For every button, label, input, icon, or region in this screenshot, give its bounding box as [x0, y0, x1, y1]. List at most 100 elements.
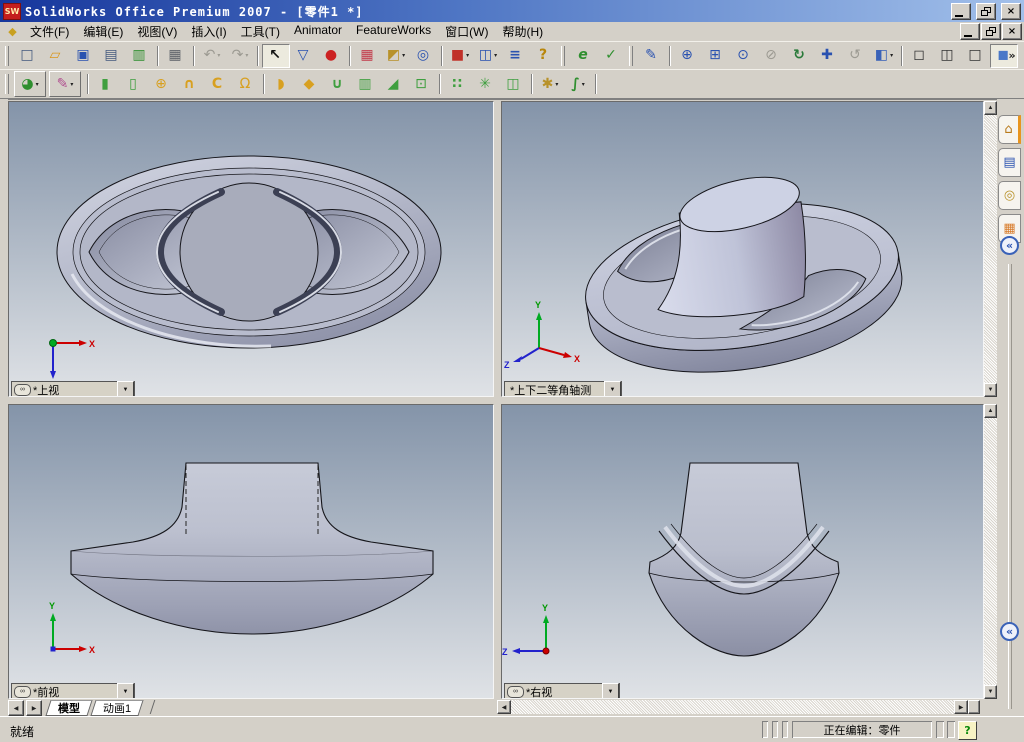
menu-help[interactable]: 帮助(H): [495, 22, 550, 41]
scroll-down-button[interactable]: ▼: [984, 383, 997, 397]
zoom-fit-button[interactable]: ⊕: [674, 44, 702, 68]
scrollbar-vertical-bottom[interactable]: ▲ ▼: [984, 404, 997, 699]
rib-button[interactable]: ▥: [352, 72, 380, 96]
linear-pattern-button[interactable]: ∷: [444, 72, 472, 96]
menu-tools[interactable]: 工具(T): [234, 22, 287, 41]
viewport-right[interactable]: Y Z ∞ *右视 ▼: [501, 404, 984, 699]
taskpane-file-explorer-tab[interactable]: ◎: [998, 181, 1021, 210]
curves-button[interactable]: ∫ ▾: [564, 72, 592, 96]
select-button[interactable]: ↖: [262, 43, 290, 68]
menu-insert[interactable]: 插入(I): [184, 22, 233, 41]
minimize-button[interactable]: [951, 2, 971, 20]
save-button[interactable]: ▣: [70, 44, 98, 68]
viewport-isometric[interactable]: Y X Z *上下二等角轴测 ▼: [501, 101, 984, 397]
view-selector-top[interactable]: ∞ *上视 ▼: [11, 381, 135, 396]
document-icon[interactable]: ◆: [5, 25, 20, 39]
pan-button[interactable]: ✚: [814, 44, 842, 68]
menu-featureworks[interactable]: FeatureWorks: [349, 22, 438, 41]
feature-pane-collapse-button[interactable]: «: [1000, 622, 1019, 641]
taskpane-home-tab[interactable]: ⌂: [998, 115, 1021, 144]
make-drawing-button[interactable]: ▤: [98, 44, 126, 68]
tab-scroll-right-button[interactable]: ▶: [26, 700, 42, 716]
view-selector-front[interactable]: ∞ *前视 ▼: [11, 683, 135, 698]
revolved-boss-button[interactable]: ⊕: [148, 72, 176, 96]
hidden-lines-removed-button[interactable]: □: [962, 44, 990, 68]
active-feature-button[interactable]: ◕ ▾: [14, 71, 46, 97]
sketch-button[interactable]: ✎ ▾: [49, 71, 81, 97]
rotate-view-button[interactable]: ↻: [786, 44, 814, 68]
help-button[interactable]: ?: [530, 44, 558, 68]
scroll-up-button[interactable]: ▲: [984, 404, 997, 418]
view-selector-dropdown[interactable]: ▼: [117, 381, 134, 396]
hidden-lines-visible-button[interactable]: ◫: [934, 44, 962, 68]
scrollbar-thumb[interactable]: [968, 700, 980, 714]
options-list-button[interactable]: ≡: [502, 44, 530, 68]
measure-button[interactable]: ◩ ▾: [382, 44, 410, 68]
viewport-top[interactable]: X Z ∞ *上视 ▼: [8, 101, 494, 397]
menu-file[interactable]: 文件(F): [23, 22, 76, 41]
zoom-in-out-button[interactable]: ⊙: [730, 44, 758, 68]
viewport-front-canvas[interactable]: Y X: [9, 405, 494, 699]
view-selector-dropdown[interactable]: ▼: [604, 381, 621, 396]
scroll-down-button[interactable]: ▼: [984, 685, 997, 699]
scroll-left-button[interactable]: ◀: [497, 700, 511, 714]
redraw-button[interactable]: ✎: [638, 44, 666, 68]
rotate-about-button[interactable]: ↺: [842, 44, 870, 68]
print-button[interactable]: ▦: [162, 44, 190, 68]
edit-color-button[interactable]: ▦: [354, 44, 382, 68]
child-close-button[interactable]: ×: [1002, 23, 1022, 40]
viewport-isometric-canvas[interactable]: Y X Z: [502, 102, 984, 397]
taskpane-design-library-tab[interactable]: ▤: [998, 148, 1021, 177]
new-button[interactable]: □: [14, 44, 42, 68]
view-selector-isometric[interactable]: *上下二等角轴测 ▼: [504, 381, 622, 396]
solidworks-content-button[interactable]: ■ ▾: [446, 44, 474, 68]
fillet-button[interactable]: ◗: [268, 72, 296, 96]
sheet-tab-model[interactable]: 模型: [45, 700, 93, 716]
scroll-up-button[interactable]: ▲: [984, 101, 997, 115]
view-selector-right[interactable]: ∞ *右视 ▼: [504, 683, 620, 698]
shell-button[interactable]: ∪: [324, 72, 352, 96]
hole-wizard-button[interactable]: ⊡: [408, 72, 436, 96]
sheet-tab-animation1[interactable]: 动画1: [90, 700, 144, 716]
scrollbar-vertical-top[interactable]: ▲ ▼: [984, 101, 997, 397]
toolbar-overflow-button[interactable]: »: [1004, 46, 1020, 64]
tab-scroll-left-button[interactable]: ◀: [8, 700, 24, 716]
draft-button[interactable]: ◢: [380, 72, 408, 96]
view-selector-dropdown[interactable]: ▼: [117, 683, 134, 698]
extruded-boss-button[interactable]: ▮: [92, 72, 120, 96]
close-button[interactable]: ×: [1001, 2, 1021, 20]
undo-button[interactable]: ↶ ▾: [198, 44, 226, 68]
restore-button[interactable]: [976, 2, 996, 20]
scrollbar-horizontal[interactable]: ◀ ▶: [497, 700, 980, 714]
child-restore-button[interactable]: [981, 23, 1001, 40]
viewport-layout-button[interactable]: ◫ ▾: [474, 44, 502, 68]
task-pane-collapse-button[interactable]: «: [1000, 236, 1019, 255]
menu-window[interactable]: 窗口(W): [438, 22, 495, 41]
open-button[interactable]: ▱: [42, 44, 70, 68]
menu-view[interactable]: 视图(V): [130, 22, 184, 41]
status-help-button[interactable]: ?: [958, 721, 977, 740]
selection-filter-button[interactable]: ▽: [290, 44, 318, 68]
revolved-cut-button[interactable]: ∩: [176, 72, 204, 96]
reference-geometry-button[interactable]: ✱ ▾: [536, 72, 564, 96]
lofted-boss-button[interactable]: Ω: [232, 72, 260, 96]
menu-animator[interactable]: Animator: [287, 22, 349, 41]
mirror-button[interactable]: ◫: [500, 72, 528, 96]
view-selector-dropdown[interactable]: ▼: [602, 683, 619, 698]
check-button[interactable]: ◎: [410, 44, 438, 68]
extruded-cut-button[interactable]: ▯: [120, 72, 148, 96]
viewport-front[interactable]: Y X ∞ *前视 ▼: [8, 404, 494, 699]
featureworks-check-button[interactable]: ✓: [598, 44, 626, 68]
viewport-right-canvas[interactable]: Y Z: [502, 405, 984, 699]
swept-boss-button[interactable]: C: [204, 72, 232, 96]
standard-views-button[interactable]: ◧ ▾: [870, 44, 898, 68]
scroll-right-button[interactable]: ▶: [954, 700, 968, 714]
child-minimize-button[interactable]: [960, 23, 980, 40]
redo-button[interactable]: ↷ ▾: [226, 44, 254, 68]
zoom-selection-button[interactable]: ⊘: [758, 44, 786, 68]
wireframe-button[interactable]: ◻: [906, 44, 934, 68]
make-assembly-button[interactable]: ▥: [126, 44, 154, 68]
circular-pattern-button[interactable]: ✳: [472, 72, 500, 96]
edrawings-button[interactable]: e: [570, 44, 598, 68]
menu-edit[interactable]: 编辑(E): [76, 22, 130, 41]
